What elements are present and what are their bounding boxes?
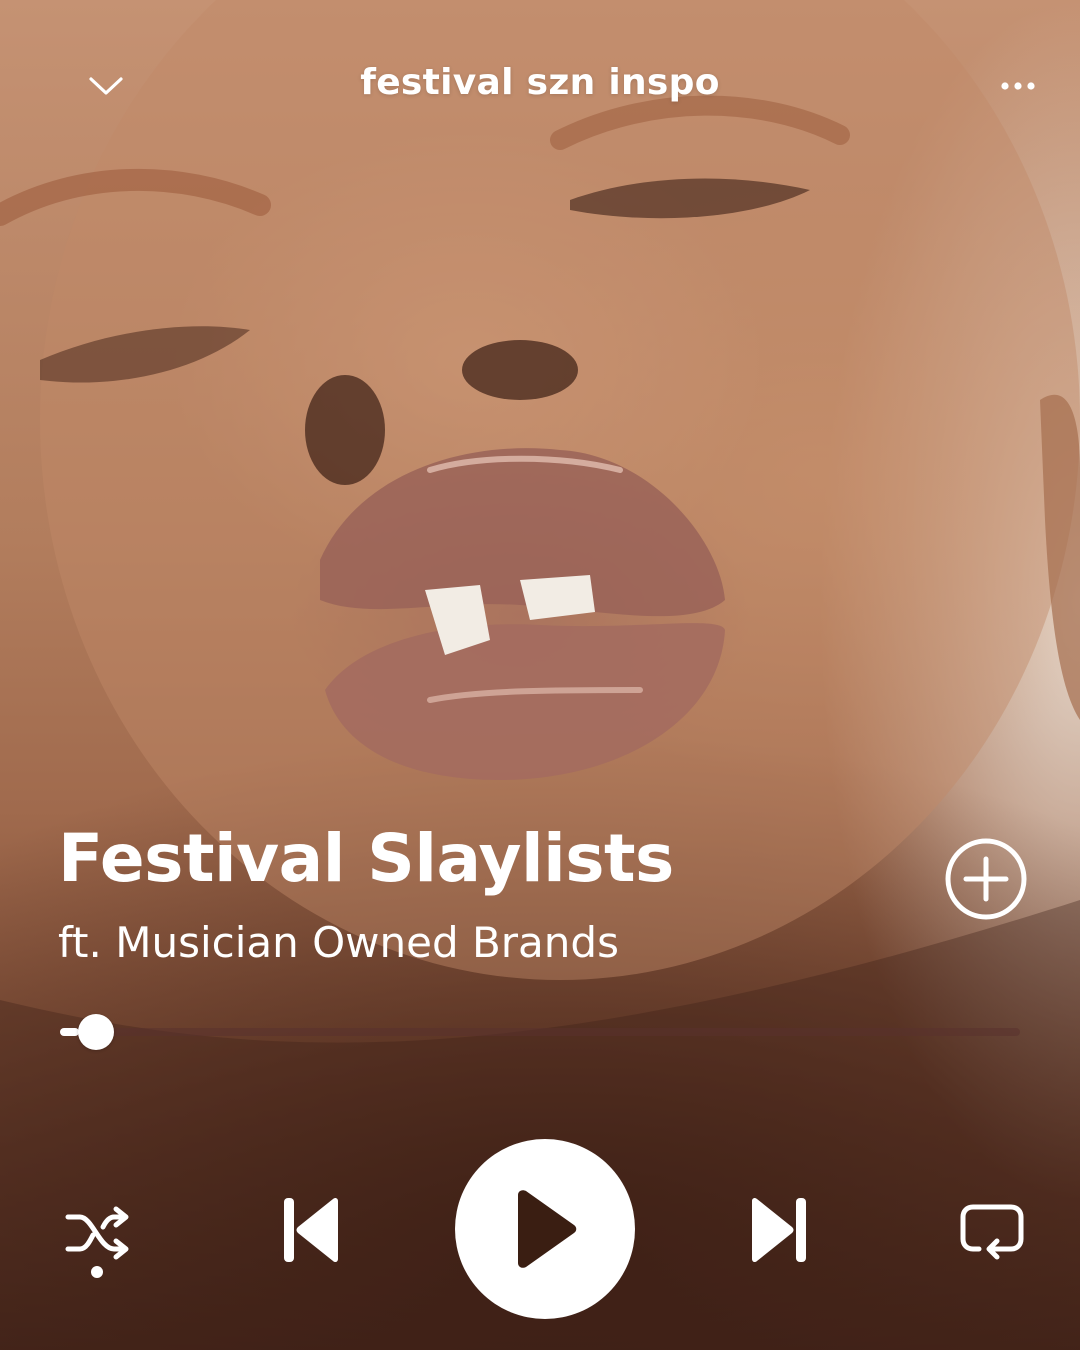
shuffle-active-indicator: [91, 1266, 103, 1278]
progress-bar[interactable]: [60, 1010, 1020, 1054]
track-subtitle: ft. Musician Owned Brands: [58, 918, 619, 967]
playlist-title: festival szn inspo: [360, 62, 720, 103]
previous-track-button[interactable]: [270, 1190, 350, 1270]
top-bar: festival szn inspo: [0, 50, 1080, 120]
progress-fill: [60, 1028, 80, 1036]
more-horizontal-icon: [1001, 82, 1035, 90]
repeat-icon: [960, 1204, 1024, 1260]
progress-knob[interactable]: [78, 1014, 115, 1050]
playback-controls: [0, 1135, 1080, 1325]
shuffle-icon: [65, 1206, 129, 1260]
previous-icon: [284, 1197, 338, 1263]
next-icon: [752, 1197, 806, 1263]
shuffle-button[interactable]: [60, 1195, 136, 1271]
more-options-button[interactable]: [990, 60, 1046, 112]
play-icon: [518, 1190, 577, 1268]
next-track-button[interactable]: [740, 1190, 820, 1270]
play-button[interactable]: [455, 1139, 635, 1319]
progress-track: [60, 1028, 1020, 1036]
add-circle-icon: [945, 838, 1027, 920]
repeat-button[interactable]: [952, 1193, 1032, 1273]
track-title: Festival Slaylists: [58, 820, 674, 897]
add-to-library-button[interactable]: [944, 837, 1028, 921]
